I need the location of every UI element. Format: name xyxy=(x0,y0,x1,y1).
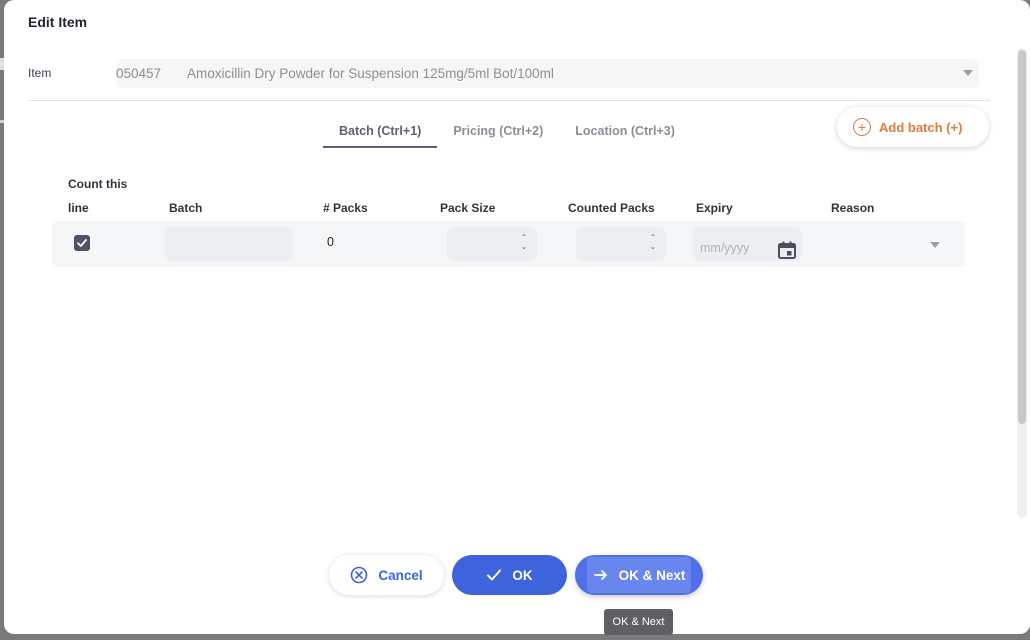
dialog-title: Edit Item xyxy=(28,14,88,30)
calendar-icon[interactable] xyxy=(777,240,797,260)
cancel-circle-icon xyxy=(350,566,368,584)
check-icon xyxy=(77,239,87,247)
expiry-input[interactable]: mm/yyyy xyxy=(693,227,802,261)
header-count-line-1: Count this xyxy=(68,177,128,191)
packs-value: 0 xyxy=(327,235,334,249)
reason-dropdown-chevron-icon[interactable] xyxy=(930,242,940,248)
tab-location[interactable]: Location (Ctrl+3) xyxy=(559,116,691,148)
header-pack-size: Pack Size xyxy=(440,201,496,215)
ok-next-button[interactable]: OK & Next xyxy=(575,555,703,595)
tab-pricing[interactable]: Pricing (Ctrl+2) xyxy=(437,116,559,148)
header-count-this-line: Count this line xyxy=(68,172,127,220)
header-packs: # Packs xyxy=(323,201,368,215)
header-reason: Reason xyxy=(831,201,875,215)
add-batch-button[interactable]: + Add batch (+) xyxy=(837,107,989,147)
ok-label: OK xyxy=(512,567,533,583)
dialog-scrollbar[interactable] xyxy=(1017,48,1027,518)
item-name: Amoxicillin Dry Powder for Suspension 12… xyxy=(187,66,554,81)
plus-circle-icon: + xyxy=(853,118,871,136)
spinner-icon[interactable]: ⌃ ⌄ xyxy=(648,233,658,251)
divider xyxy=(28,100,990,101)
add-batch-label: Add batch (+) xyxy=(879,119,963,135)
cancel-button[interactable]: Cancel xyxy=(329,555,444,595)
header-counted-packs: Counted Packs xyxy=(568,201,655,215)
chevron-down-icon xyxy=(963,70,973,76)
ok-next-tooltip: OK & Next xyxy=(604,609,673,635)
header-batch: Batch xyxy=(169,201,203,215)
item-label: Item xyxy=(28,66,52,80)
check-icon xyxy=(486,568,502,582)
counted-packs-input[interactable]: ⌃ ⌄ xyxy=(576,227,666,261)
header-expiry: Expiry xyxy=(696,201,733,215)
count-this-line-checkbox[interactable] xyxy=(74,235,90,251)
spinner-icon[interactable]: ⌃ ⌄ xyxy=(519,233,529,251)
pack-size-input[interactable]: ⌃ ⌄ xyxy=(447,227,537,261)
scrollbar-thumb[interactable] xyxy=(1018,50,1026,424)
expiry-placeholder: mm/yyyy xyxy=(700,241,750,255)
ok-button[interactable]: OK xyxy=(452,555,567,595)
arrow-right-icon xyxy=(593,568,609,582)
tab-batch[interactable]: Batch (Ctrl+1) xyxy=(323,116,438,148)
tab-bar: Batch (Ctrl+1) Pricing (Ctrl+2) Location… xyxy=(323,116,691,148)
item-select[interactable]: 050457 Amoxicillin Dry Powder for Suspen… xyxy=(116,59,979,88)
item-code: 050457 xyxy=(116,66,162,81)
edit-item-dialog: Edit Item Item 050457 Amoxicillin Dry Po… xyxy=(4,0,1030,634)
ok-next-label: OK & Next xyxy=(618,567,686,583)
header-count-line-2: line xyxy=(68,201,89,215)
cancel-label: Cancel xyxy=(378,567,423,583)
batch-input[interactable] xyxy=(165,227,294,261)
table-row: 0 ⌃ ⌄ ⌃ ⌄ mm/yyyy xyxy=(52,221,965,267)
